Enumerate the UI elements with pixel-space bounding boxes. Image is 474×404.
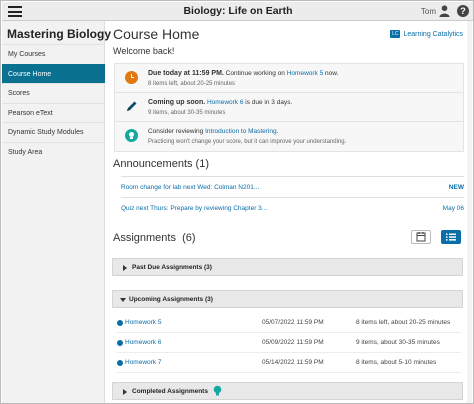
todo-detail: 9 items, about 30-35 minutes: [148, 110, 226, 116]
announcements-list: Room change for lab next Wed: Colman N20…: [121, 176, 464, 218]
brand-title: Mastering Biology: [7, 27, 112, 41]
course-title: Biology: Life on Earth: [183, 5, 293, 17]
announcement-row[interactable]: Room change for lab next Wed: Colman N20…: [121, 176, 464, 197]
scrollbar[interactable]: [467, 21, 472, 403]
chevron-right-icon: [123, 265, 127, 271]
chevron-down-icon: [120, 298, 126, 302]
todo-heading: Consider reviewing Introduction to Maste…: [148, 128, 279, 135]
assignment-due-date: 05/14/2022 11:59 PM: [262, 359, 324, 366]
todo-item-coming-up: Coming up soon. Homework 6 is due in 3 d…: [115, 93, 463, 122]
assignment-row[interactable]: Homework 7 05/14/2022 11:59 PM 8 items, …: [117, 353, 461, 373]
assignment-name[interactable]: Homework 5: [125, 313, 161, 333]
assignment-row[interactable]: Homework 6 05/09/2022 11:59 PM 9 items, …: [117, 333, 461, 353]
lightbulb-icon: [213, 385, 222, 396]
completed-assignments-toggle[interactable]: Completed Assignments: [112, 382, 463, 400]
assignment-status: 8 items, about 5-10 minutes: [356, 359, 437, 366]
list-view-button[interactable]: [441, 230, 461, 244]
todo-heading: Coming up soon. Homework 6 is due in 3 d…: [148, 99, 293, 106]
learning-catalytics-label: Learning Catalytics: [403, 31, 463, 38]
sidebar: Mastering Biology My Courses Course Home…: [2, 21, 111, 403]
intro-to-mastering-link[interactable]: Introduction to Mastering: [205, 128, 277, 135]
assignment-row[interactable]: Homework 5 05/07/2022 11:59 PM 8 items l…: [117, 313, 461, 333]
new-badge: NEW: [448, 184, 464, 191]
todo-detail: Practicing won't change your score, but …: [148, 139, 347, 145]
user-icon[interactable]: [439, 5, 450, 17]
top-bar: Biology: Life on Earth Tom ?: [2, 2, 473, 21]
todo-card: Due today at 11:59 PM. Continue working …: [114, 63, 464, 152]
status-dot-icon: [117, 360, 123, 366]
sidebar-item-dynamic-study-modules[interactable]: Dynamic Study Modules: [2, 122, 105, 142]
lightbulb-icon: [125, 129, 138, 142]
status-dot-icon: [117, 320, 123, 326]
sidebar-item-course-home[interactable]: Course Home: [2, 63, 105, 83]
learning-catalytics-icon: LC: [390, 30, 401, 38]
pencil-icon: [127, 101, 137, 111]
assignment-name[interactable]: Homework 7: [125, 353, 161, 373]
todo-item-review: Consider reviewing Introduction to Maste…: [115, 122, 463, 151]
assignment-due-date: 05/09/2022 11:59 PM: [262, 339, 324, 346]
clock-icon: [125, 71, 138, 84]
assignment-due-date: 05/07/2022 11:59 PM: [262, 319, 324, 326]
todo-item-due-today: Due today at 11:59 PM. Continue working …: [115, 64, 463, 93]
sidebar-nav: My Courses Course Home Scores Pearson eT…: [2, 44, 105, 161]
homework-5-link[interactable]: Homework 5: [287, 70, 323, 77]
user-name[interactable]: Tom: [421, 7, 436, 16]
assignment-status: 9 items, about 30-35 minutes: [356, 339, 440, 346]
chevron-right-icon: [123, 389, 127, 395]
assignments-count: (6): [182, 232, 196, 244]
sidebar-item-study-area[interactable]: Study Area: [2, 141, 105, 162]
main-content: Course Home Welcome back! LC Learning Cat…: [112, 21, 469, 403]
sidebar-item-scores[interactable]: Scores: [2, 83, 105, 103]
calendar-view-button[interactable]: [411, 230, 431, 244]
sidebar-item-pearson-etext[interactable]: Pearson eText: [2, 102, 105, 123]
calendar-icon: [416, 232, 426, 242]
announcement-row[interactable]: Quiz next Thurs: Prepare by reviewing Ch…: [121, 197, 464, 218]
announcement-title[interactable]: Quiz next Thurs: Prepare by reviewing Ch…: [121, 205, 267, 212]
homework-6-link[interactable]: Homework 6: [207, 99, 243, 106]
assignment-name[interactable]: Homework 6: [125, 333, 161, 353]
upcoming-assignments-toggle[interactable]: Upcoming Assignments (3): [112, 290, 463, 308]
past-due-assignments-toggle[interactable]: Past Due Assignments (3): [112, 258, 463, 276]
sidebar-item-my-courses[interactable]: My Courses: [2, 44, 105, 64]
assignment-status: 8 items left, about 20-25 minutes: [356, 319, 451, 326]
assignments-title: Assignments (6): [113, 232, 196, 244]
todo-heading: Due today at 11:59 PM. Continue working …: [148, 70, 339, 77]
status-dot-icon: [117, 340, 123, 346]
learning-catalytics-link[interactable]: LC Learning Catalytics: [390, 30, 463, 38]
todo-detail: 8 items left, about 20-25 minutes: [148, 81, 236, 87]
announcements-title: Announcements (1): [113, 158, 209, 170]
app-frame: Biology: Life on Earth Tom ? Mastering B…: [0, 0, 474, 404]
page-title: Course Home: [113, 26, 200, 42]
announcement-title[interactable]: Room change for lab next Wed: Colman N20…: [121, 184, 259, 191]
list-icon: [446, 233, 456, 241]
welcome-message: Welcome back!: [113, 46, 175, 56]
help-icon[interactable]: ?: [457, 5, 469, 17]
announcement-date: May 06: [442, 205, 464, 212]
